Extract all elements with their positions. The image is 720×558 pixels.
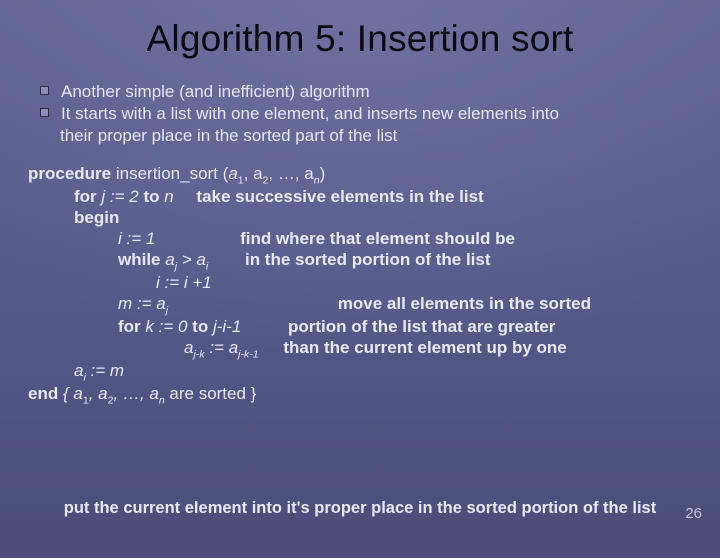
sep: , a xyxy=(244,164,263,183)
keyword-to: to xyxy=(143,187,159,206)
page-number: 26 xyxy=(685,505,702,522)
for-body: j := 2 xyxy=(97,187,144,206)
code-line: procedure insertion_sort (a1, a2, …, an) xyxy=(28,164,720,187)
code-line: aj-k := aj-k-1 than the current element … xyxy=(28,338,720,361)
end-tail: are sorted } xyxy=(165,384,257,403)
code-line: i := 1 find where that element should be xyxy=(28,229,720,250)
code-line: end { a1, a2, …, an are sorted } xyxy=(28,384,720,407)
footnote-annotation: put the current element into it's proper… xyxy=(0,499,720,518)
annotation-take: take successive elements in the list xyxy=(196,187,483,206)
eq: := a xyxy=(205,338,239,357)
keyword-begin: begin xyxy=(74,208,119,227)
end-body: { a xyxy=(58,384,83,403)
keyword-procedure: procedure xyxy=(28,164,111,183)
code-line: m := aj move all elements in the sorted xyxy=(28,294,720,317)
pseudocode-block: procedure insertion_sort (a1, a2, …, an)… xyxy=(28,164,720,407)
keyword-for: for xyxy=(74,187,97,206)
code-line: ai := m xyxy=(28,361,720,384)
paren: ) xyxy=(320,164,326,183)
code-line: for j := 2 to n take successive elements… xyxy=(28,187,720,208)
keyword-to: to xyxy=(192,317,208,336)
gt: > a xyxy=(177,250,206,269)
bullet-continuation: their proper place in the sorted part of… xyxy=(60,126,720,146)
code-line: for k := 0 to j-i-1 portion of the list … xyxy=(28,317,720,338)
annotation-find: find where that element should be xyxy=(240,229,515,248)
arg: a xyxy=(228,164,237,183)
annotation-move2: portion of the list that are greater xyxy=(288,317,555,336)
code-line: i := i +1 xyxy=(28,273,720,294)
annotation-move1: move all elements in the sorted xyxy=(338,294,591,313)
annotation-sorted: in the sorted portion of the list xyxy=(245,250,491,269)
sub: i xyxy=(206,260,208,272)
sep: , a xyxy=(89,384,108,403)
sep: , …, a xyxy=(113,384,158,403)
code-line: begin xyxy=(28,208,720,229)
keyword-while: while xyxy=(118,250,161,269)
bullet-list: Another simple (and inefficient) algorit… xyxy=(40,82,720,146)
for2-body: k := 0 xyxy=(141,317,193,336)
for-body: n xyxy=(160,187,174,206)
code-line: while aj > ai in the sorted portion of t… xyxy=(28,250,720,273)
i-inc: i := i +1 xyxy=(156,273,212,292)
bullet-item: Another simple (and inefficient) algorit… xyxy=(40,82,720,102)
keyword-for: for xyxy=(118,317,141,336)
while-pre: a xyxy=(161,250,175,269)
proc-name: insertion_sort ( xyxy=(111,164,228,183)
bullet-item: It starts with a list with one element, … xyxy=(40,104,720,124)
annotation-move3: than the current element up by one xyxy=(283,338,566,357)
sub: j xyxy=(166,304,168,316)
ai-m2: := m xyxy=(86,361,124,380)
keyword-end: end xyxy=(28,384,58,403)
sub: j-k-1 xyxy=(238,348,258,360)
sep: , …, a xyxy=(268,164,313,183)
m-line: m := a xyxy=(118,294,166,313)
sub: j-k xyxy=(193,348,204,360)
for2-body: j-i-1 xyxy=(208,317,241,336)
slide-title: Algorithm 5: Insertion sort xyxy=(0,18,720,60)
i-init: i := 1 xyxy=(118,229,155,248)
